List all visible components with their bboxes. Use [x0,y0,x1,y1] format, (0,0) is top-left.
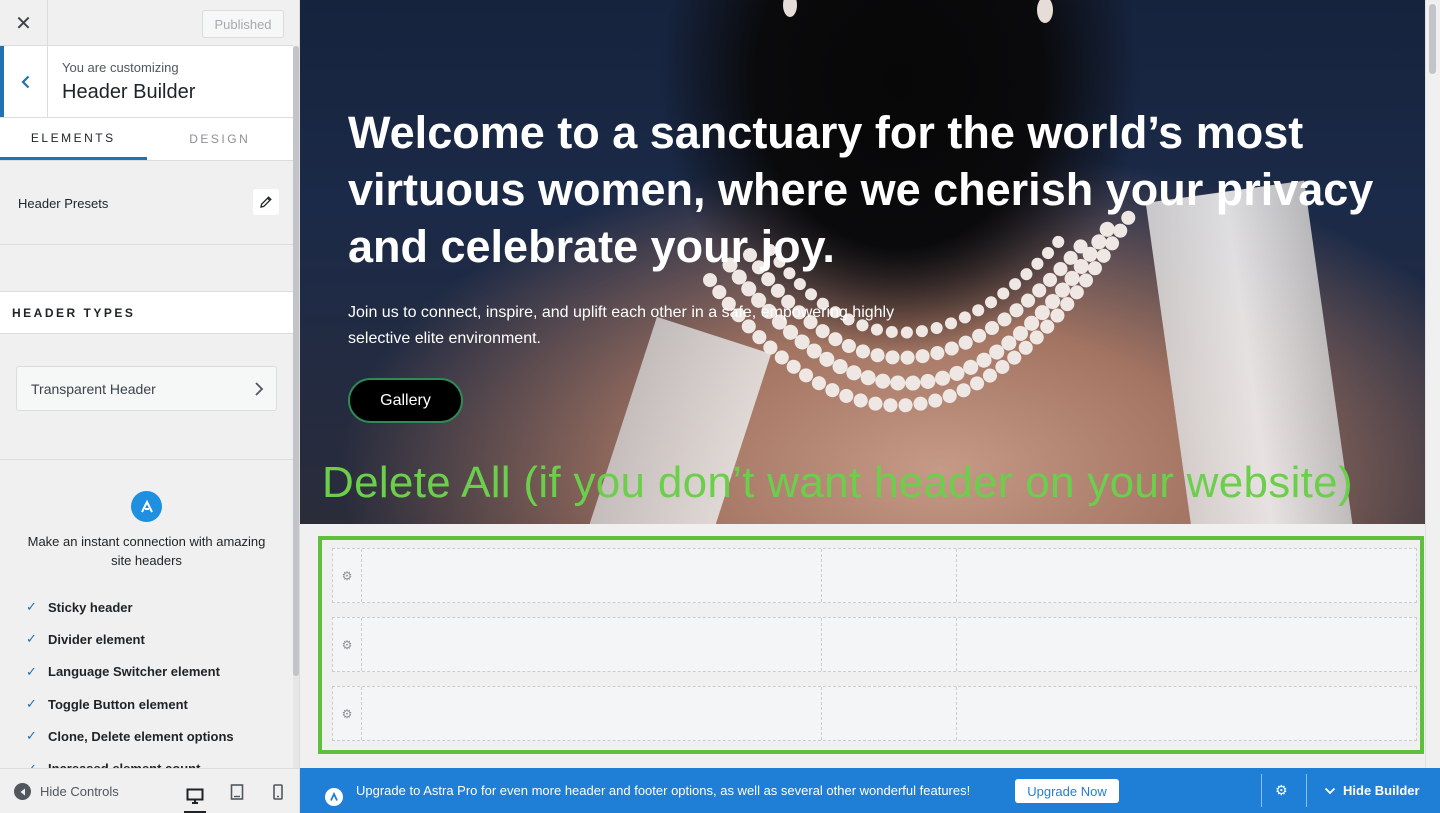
astra-logo-icon [131,491,162,522]
builder-row-primary-header[interactable]: ⚙ [332,617,1417,672]
hide-controls-label: Hide Controls [40,784,119,799]
tab-design[interactable]: DESIGN [147,118,294,160]
feature-item: ✓ Toggle Button element [26,688,234,720]
hero-title: Welcome to a sanctuary for the world’s m… [348,107,1374,272]
check-icon: ✓ [26,599,37,615]
customizing-label: You are customizing [62,60,179,75]
collapse-icon [14,783,31,800]
feature-label: Divider element [48,631,145,647]
transparent-header-item[interactable]: Transparent Header [16,366,277,411]
check-icon: ✓ [26,728,37,744]
annotation-text: Delete All (if you don’t want header on … [322,458,1353,507]
gear-icon: ⚙ [341,637,353,652]
upsell-text: Make an instant connection with amazing … [27,534,266,568]
upgrade-now-button[interactable]: Upgrade Now [1015,779,1119,803]
hide-builder-button[interactable]: Hide Builder [1324,783,1420,798]
feature-item: ✓ Clone, Delete element options [26,720,234,752]
gear-icon: ⚙ [1275,782,1288,798]
builder-zone-center[interactable] [822,618,957,671]
builder-zone-right[interactable] [957,549,1416,602]
astra-logo-icon [325,788,343,806]
builder-zone-center[interactable] [822,687,957,740]
row-settings-button[interactable]: ⚙ [333,618,362,671]
close-customizer-button[interactable]: ✕ [0,0,48,46]
hero-section: Welcome to a sanctuary for the world’s m… [300,0,1425,524]
hide-controls-button[interactable]: Hide Controls [14,783,119,800]
builder-row-above-header[interactable]: ⚙ [332,548,1417,603]
builder-row-below-header[interactable]: ⚙ [332,686,1417,741]
feature-item: ✓ Sticky header [26,591,234,623]
upgrade-message: Upgrade to Astra Pro for even more heade… [356,783,971,798]
back-button[interactable] [0,46,48,117]
tablet-icon [230,784,244,800]
preview-tablet-button[interactable] [226,781,248,803]
feature-label: Clone, Delete element options [48,728,234,744]
preview-mobile-button[interactable] [267,781,289,803]
published-button[interactable]: Published [202,10,284,38]
builder-zone-center[interactable] [822,549,957,602]
transparent-header-label: Transparent Header [31,380,156,397]
header-types-heading: HEADER TYPES [0,291,293,334]
row-settings-button[interactable]: ⚙ [333,687,362,740]
builder-zone-left[interactable] [362,687,822,740]
builder-bottom-bar: Upgrade to Astra Pro for even more heade… [300,768,1440,813]
feature-item: ✓ Divider element [26,623,234,655]
chevron-left-icon [20,75,29,88]
preview-scrollbar-track[interactable] [1425,0,1440,768]
row-settings-button[interactable]: ⚙ [333,549,362,602]
close-icon: ✕ [15,12,32,35]
header-builder-grid: ⚙ ⚙ ⚙ [318,536,1424,754]
astra-upsell: Make an instant connection with amazing … [0,459,293,776]
feature-list: ✓ Sticky header ✓ Divider element ✓ Languag… [26,591,234,785]
preview-scrollbar-thumb[interactable] [1429,4,1436,74]
check-icon: ✓ [26,631,37,647]
builder-settings-button[interactable]: ⚙ [1275,782,1288,799]
customizer-footer: Hide Controls [0,768,299,813]
builder-zone-left[interactable] [362,549,822,602]
mobile-icon [273,784,283,800]
site-preview: Welcome to a sanctuary for the world’s m… [300,0,1440,768]
feature-label: Toggle Button element [48,696,188,712]
header-presets-section: Header Presets [0,161,293,245]
customizing-header: You are customizing Header Builder [0,46,293,118]
header-presets-label: Header Presets [18,196,109,211]
gear-icon: ⚙ [341,706,353,721]
feature-label: Language Switcher element [48,664,220,680]
check-icon: ✓ [26,696,37,712]
chevron-right-icon [255,382,264,396]
customizer-sidebar: ✕ Published You are customizing Header B… [0,0,300,813]
check-icon: ✓ [26,663,37,679]
tab-elements[interactable]: ELEMENTS [0,118,147,160]
feature-item: ✓ Language Switcher element [26,656,234,688]
divider [1306,774,1307,807]
panel-tabs: ELEMENTS DESIGN [0,118,293,161]
customizing-title: Header Builder [62,81,196,103]
gear-icon: ⚙ [341,568,353,583]
gallery-button[interactable]: Gallery [348,378,463,423]
divider [1261,774,1262,807]
hide-builder-label: Hide Builder [1343,783,1420,798]
pencil-icon [260,196,272,208]
hero-subtitle: Join us to connect, inspire, and uplift … [348,304,895,347]
builder-zone-right[interactable] [957,687,1416,740]
builder-zone-left[interactable] [362,618,822,671]
edit-presets-button[interactable] [253,189,279,215]
preview-desktop-button[interactable] [184,781,206,813]
sidebar-scrollbar-thumb[interactable] [293,46,299,676]
builder-zone-right[interactable] [957,618,1416,671]
chevron-down-icon [1324,787,1336,794]
feature-label: Sticky header [48,599,133,615]
customizer-topbar: ✕ Published [0,0,293,46]
desktop-icon [186,788,204,804]
